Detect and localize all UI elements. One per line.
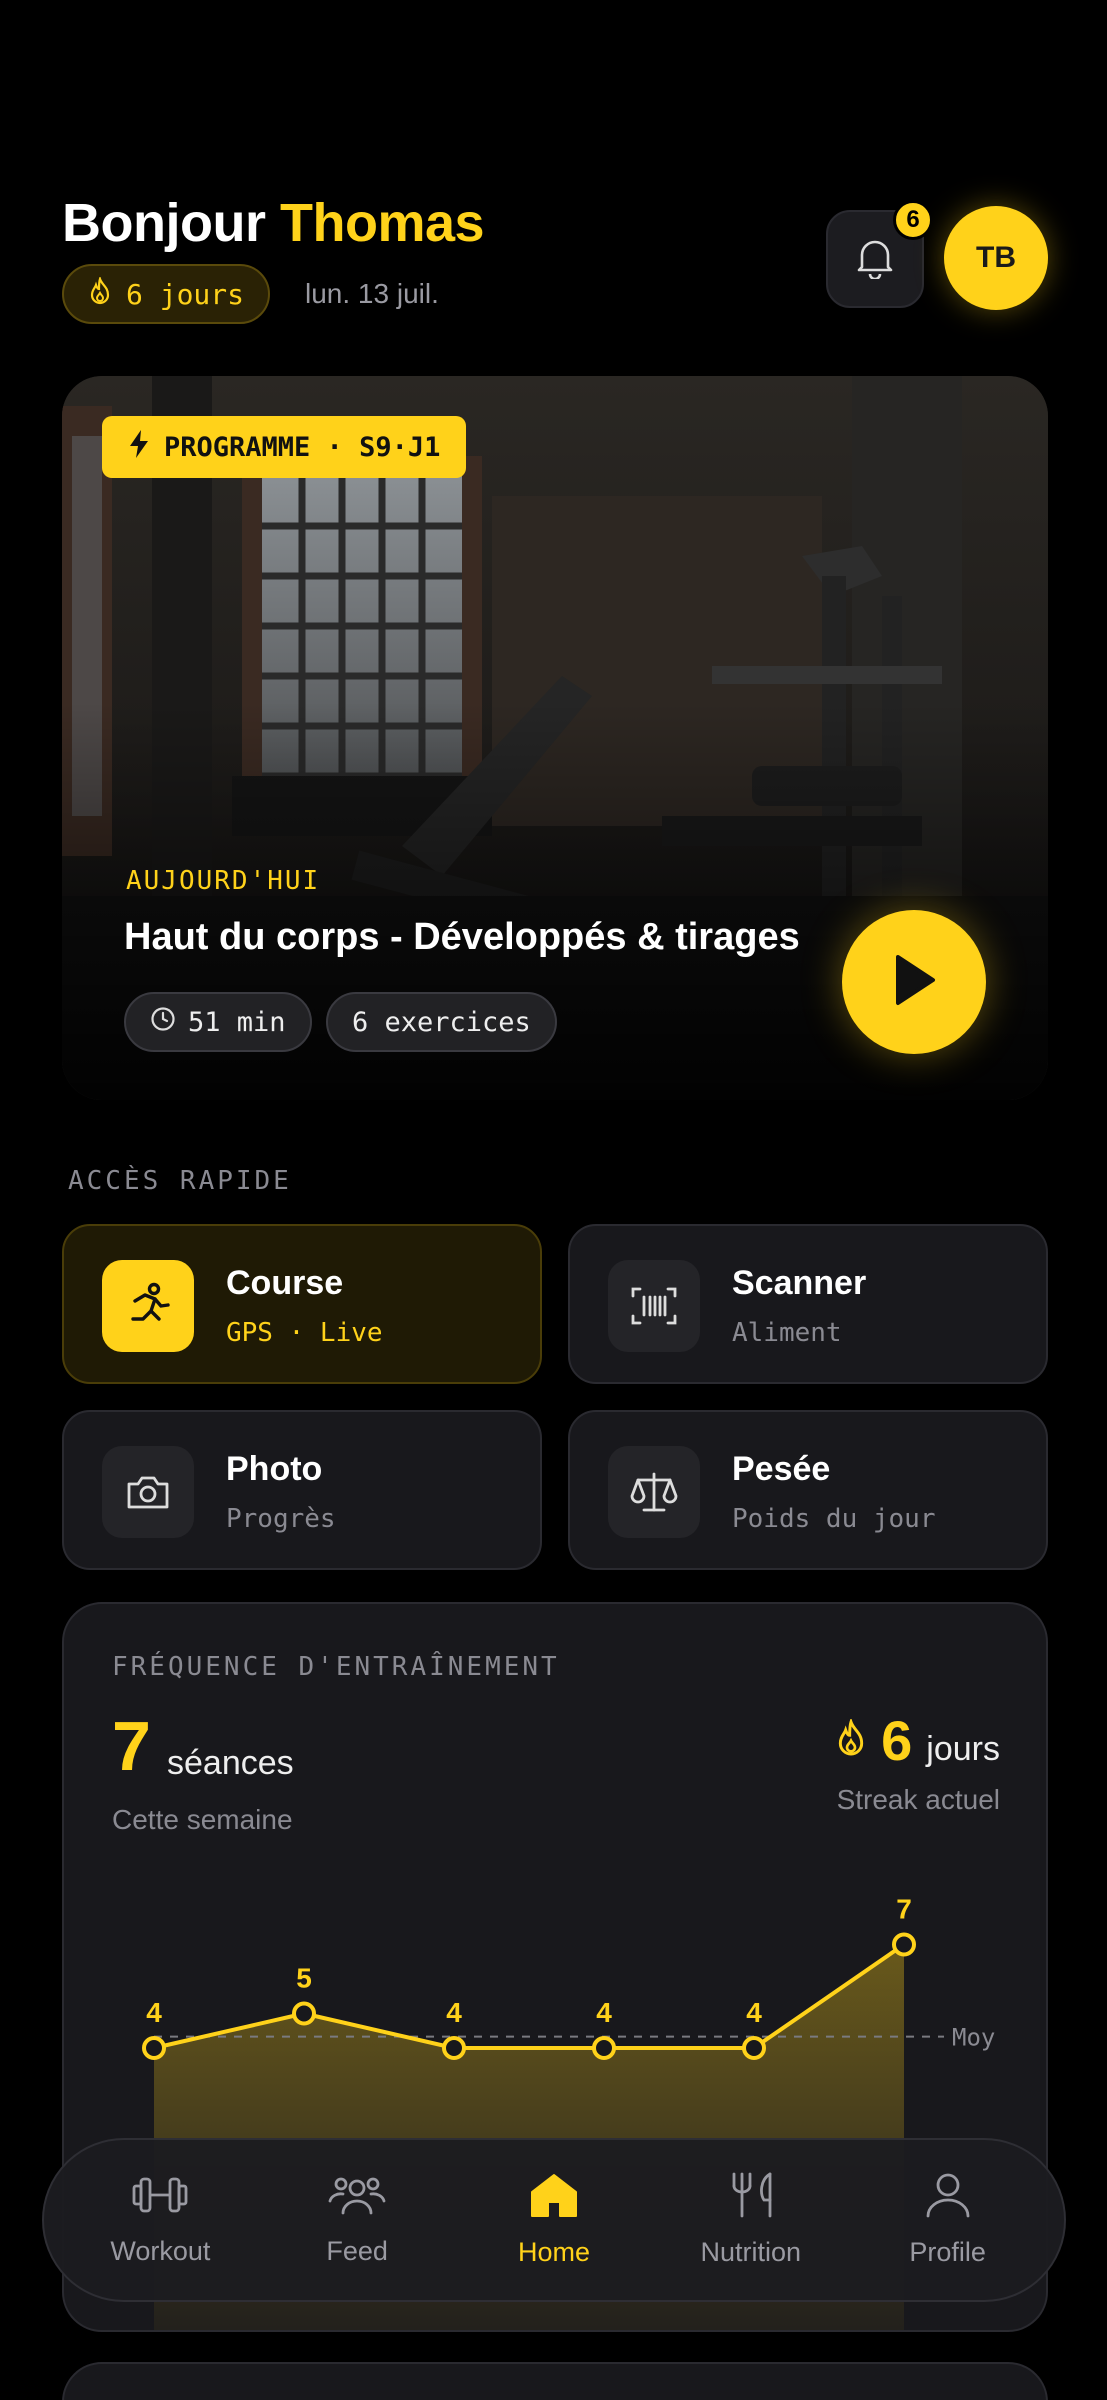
quick-action-course[interactable]: Course GPS · Live xyxy=(62,1224,542,1384)
duration-text: 51 min xyxy=(188,1006,286,1038)
workout-title: Haut du corps - Développés & tirages xyxy=(124,916,800,958)
quick-action-subtitle: GPS · Live xyxy=(226,1318,383,1348)
streak-text: 6 jours xyxy=(126,277,245,311)
fork-knife-icon xyxy=(726,2172,776,2225)
quick-action-pesee[interactable]: Pesée Poids du jour xyxy=(568,1410,1048,1570)
data-point xyxy=(742,2036,766,2060)
bolt-icon xyxy=(128,429,150,466)
data-label: 4 xyxy=(446,1997,462,2028)
dumbbell-icon xyxy=(131,2173,189,2224)
data-point xyxy=(292,2001,316,2026)
greeting-text: Bonjour xyxy=(62,193,266,253)
quick-action-title: Photo xyxy=(226,1450,323,1488)
play-icon xyxy=(892,954,936,1011)
program-tag: PROGRAMME · S9·J1 xyxy=(102,416,467,478)
data-label: 7 xyxy=(896,1894,912,1925)
tab-profile[interactable]: Profile xyxy=(858,2172,1038,2268)
user-icon xyxy=(923,2172,973,2225)
quick-action-photo[interactable]: Photo Progrès xyxy=(62,1410,542,1570)
tab-nutrition[interactable]: Nutrition xyxy=(661,2172,841,2268)
data-point xyxy=(892,1932,916,1957)
flame-icon xyxy=(88,275,112,312)
data-point xyxy=(442,2036,466,2060)
users-icon xyxy=(328,2173,386,2224)
tab-label: Workout xyxy=(110,2236,211,2266)
greeting-title: Bonjour Thomas xyxy=(62,192,485,254)
data-label: 5 xyxy=(296,1963,312,1994)
data-label: 4 xyxy=(596,1997,612,2028)
quick-action-title: Course xyxy=(226,1264,344,1302)
program-tag-text: PROGRAMME · S9·J1 xyxy=(164,431,441,463)
streak-pill[interactable]: 6 jours xyxy=(62,264,271,324)
scale-icon xyxy=(608,1446,700,1538)
running-icon xyxy=(102,1260,194,1352)
tab-label: Home xyxy=(517,2237,590,2267)
tab-label: Nutrition xyxy=(700,2237,802,2267)
tab-home[interactable]: Home xyxy=(464,2172,644,2268)
data-point xyxy=(142,2036,166,2060)
quick-action-subtitle: Progrès xyxy=(226,1504,336,1534)
tab-workout[interactable]: Workout xyxy=(70,2173,250,2267)
exercises-chip: 6 exercices xyxy=(326,992,557,1052)
notification-badge: 6 xyxy=(893,200,933,240)
tab-label: Feed xyxy=(326,2236,388,2266)
exercises-text: 6 exercices xyxy=(352,1006,531,1038)
user-name: Thomas xyxy=(279,193,485,253)
workout-hero-card[interactable]: PROGRAMME · S9·J1 AUJOURD'HUI Haut du co… xyxy=(62,376,1048,1100)
current-date: lun. 13 juil. xyxy=(305,278,439,309)
clock-icon xyxy=(150,1006,176,1039)
quick-action-title: Scanner xyxy=(732,1264,867,1302)
bell-icon xyxy=(854,235,896,284)
tab-label: Profile xyxy=(909,2237,986,2267)
data-label: 4 xyxy=(146,1997,162,2028)
quick-action-subtitle: Poids du jour xyxy=(732,1504,936,1534)
camera-icon xyxy=(102,1446,194,1538)
barcode-icon xyxy=(608,1260,700,1352)
average-label: Moy xyxy=(952,2024,995,2052)
tab-feed[interactable]: Feed xyxy=(267,2173,447,2267)
next-card xyxy=(62,2362,1048,2400)
quick-action-subtitle: Aliment xyxy=(732,1318,842,1348)
duration-chip: 51 min xyxy=(124,992,312,1052)
bottom-tab-bar: Workout Feed Home Nutrition Profile xyxy=(42,2138,1066,2302)
data-label: 4 xyxy=(746,1997,762,2028)
start-workout-button[interactable] xyxy=(842,910,986,1054)
home-icon xyxy=(528,2172,580,2225)
quick-action-title: Pesée xyxy=(732,1450,831,1488)
quick-access-label: ACCÈS RAPIDE xyxy=(68,1166,292,1196)
hero-eyebrow: AUJOURD'HUI xyxy=(126,866,321,896)
data-point xyxy=(592,2036,616,2060)
quick-action-scanner[interactable]: Scanner Aliment xyxy=(568,1224,1048,1384)
avatar[interactable]: TB xyxy=(944,206,1048,310)
